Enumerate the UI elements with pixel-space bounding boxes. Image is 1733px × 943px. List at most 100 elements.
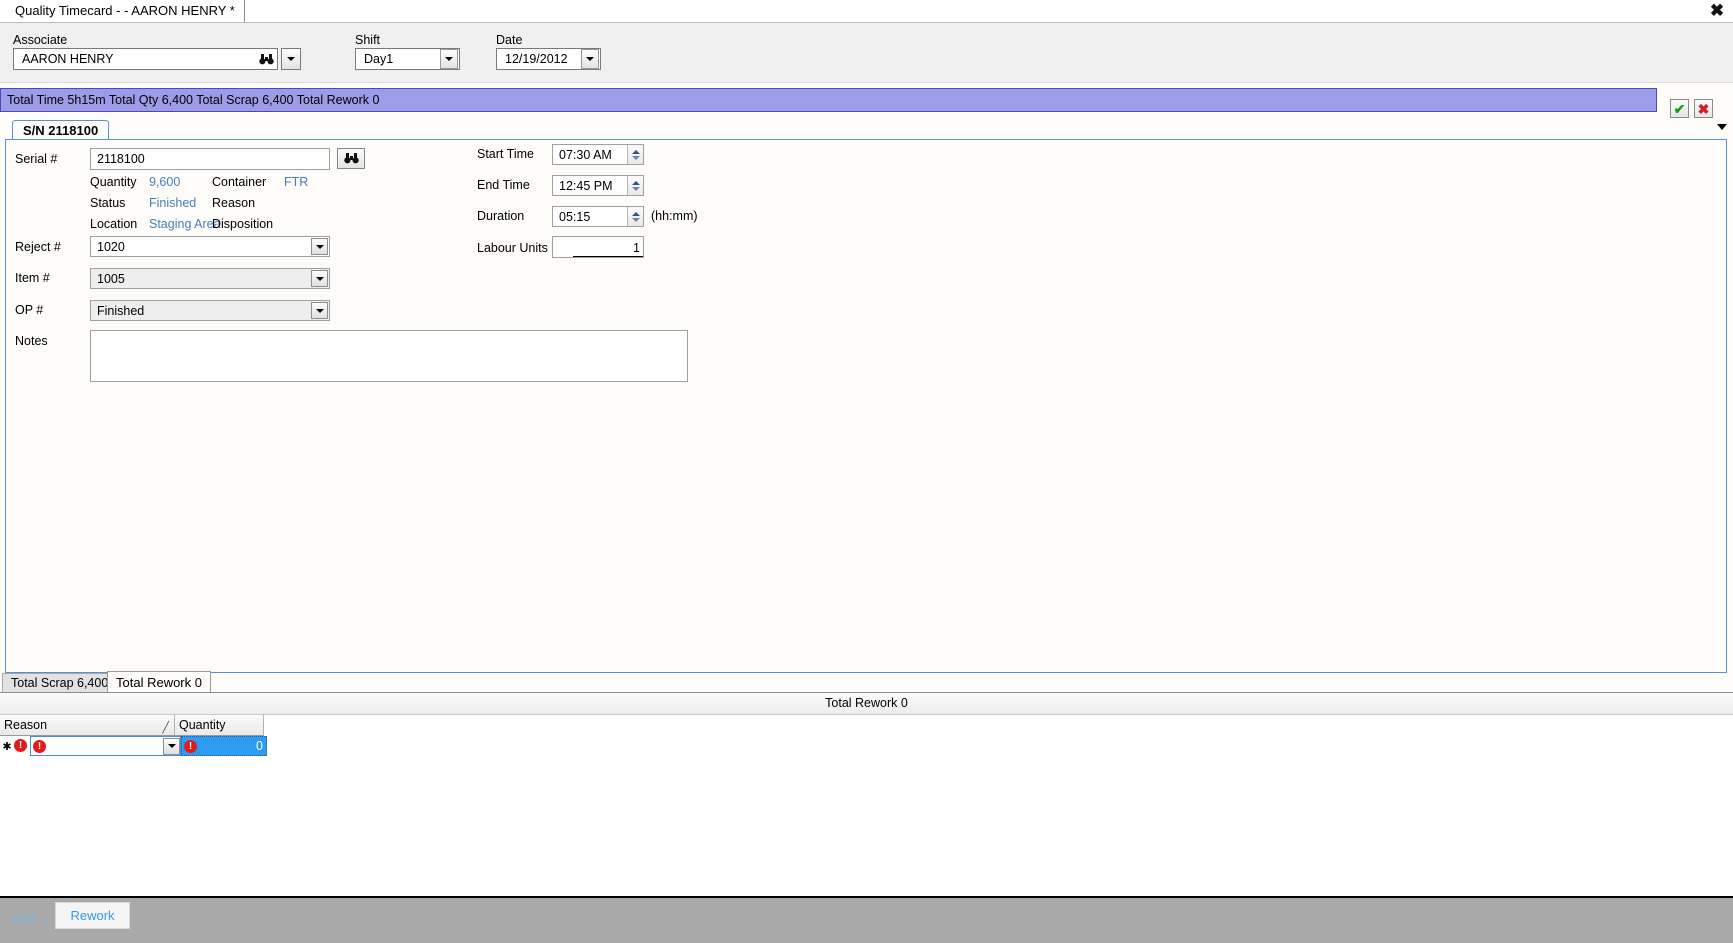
date-select[interactable]: 12/19/2012 [496,48,601,70]
location-label: Location [90,217,138,231]
date-dropdown-button[interactable] [581,49,599,69]
chevron-down-icon [287,57,295,61]
notes-value [91,331,687,339]
cell-quantity-value: 0 [256,739,263,753]
shift-select[interactable]: Day1 [355,48,460,70]
location-value: Staging Area [149,217,221,231]
window-titlebar: Quality Timecard - - AARON HENRY * ✖ [0,0,1733,23]
reason-label: Reason [212,196,256,210]
duration-input[interactable]: 05:15 [552,206,644,227]
notes-input[interactable] [90,330,688,382]
row-error-icon: ! [14,739,27,752]
stepper-up-icon [631,180,640,185]
tab-serial-2118100[interactable]: S/N 2118100 [12,120,110,140]
shift-dropdown-button[interactable] [440,49,458,69]
op-dropdown-button[interactable] [311,302,328,319]
op-label: OP # [15,303,44,317]
status-value: Finished [149,196,197,210]
reason-error-icon: ! [33,739,46,753]
chevron-down-icon [167,744,176,748]
column-header-quantity-label: Quantity [179,718,226,732]
chevron-down-icon [445,57,453,61]
check-icon: ✔ [1673,100,1686,117]
tab-serial-label: S/N 2118100 [23,123,99,138]
summary-bar: Total Time 5h15m Total Qty 6,400 Total S… [0,88,1657,112]
duration-stepper[interactable] [627,207,643,226]
associate-dropdown-button[interactable] [281,48,301,70]
end-time-input[interactable]: 12:45 PM [552,175,644,196]
column-header-quantity[interactable]: Quantity [175,715,264,736]
item-label: Item # [15,271,50,285]
serial-search-button[interactable] [337,148,365,169]
stepper-down-icon [631,217,640,222]
status-label: Status [90,196,126,210]
rework-button[interactable]: Rework [55,902,130,929]
binoculars-glyph [258,53,274,64]
rework-grid: Total Rework 0 Reason ╱ Quantity ✱ ! ! ! [0,692,1733,896]
serial-detail-panel: Serial # 2118100 Quantity 9,600 Containe… [5,139,1727,673]
chevron-down-icon [315,244,324,249]
summary-text: Total Time 5h15m Total Qty 6,400 Total S… [7,93,380,107]
stepper-up-icon [631,149,640,154]
binoculars-icon [343,153,359,164]
duration-label: Duration [477,209,525,223]
stepper-up-icon [631,211,640,216]
reject-label: Reject # [15,240,61,254]
rework-grid-title: Total Rework 0 [0,693,1733,715]
stepper-down-icon [631,155,640,160]
window-tab-label: Quality Timecard - - AARON HENRY * [15,3,235,18]
duration-format-hint: (hh:mm) [651,209,698,223]
container-value: FTR [284,175,309,189]
reject-select[interactable]: 1020 [90,236,330,257]
op-select[interactable]: Finished [90,300,330,321]
tab-total-scrap[interactable]: Total Scrap 6,400 [2,673,118,693]
end-time-stepper[interactable] [627,176,643,195]
item-dropdown-button[interactable] [311,270,328,287]
shift-value: Day1 [364,52,394,66]
labour-units-value: 1 [573,240,643,257]
sort-indicator-icon: ╱ [162,722,169,734]
cell-reason[interactable]: ! [30,736,181,756]
start-time-value: 07:30 AM [559,147,612,162]
add-link[interactable]: Add ... [12,911,50,926]
start-time-stepper[interactable] [627,145,643,164]
row-new-marker: ✱ [0,736,14,756]
op-value: Finished [97,303,145,318]
header-filter-bar: Associate AARON HENRY Shift Day1 Date 12… [0,23,1733,83]
reject-button[interactable]: ✖ [1694,99,1713,118]
notes-label: Notes [15,334,48,348]
window-tab-quality-timecard[interactable]: Quality Timecard - - AARON HENRY * [6,0,245,22]
totals-tabstrip: Total Scrap 6,400 Total Rework 0 [0,671,1733,693]
table-row[interactable]: ✱ ! ! ! 0 [0,736,267,756]
rework-button-label: Rework [70,908,115,923]
item-select[interactable]: 1005 [90,268,330,289]
reject-dropdown-button[interactable] [311,238,328,255]
column-header-reason[interactable]: Reason ╱ [0,715,175,736]
start-time-label: Start Time [477,147,534,161]
chevron-down-icon [586,57,594,61]
disposition-label: Disposition [212,217,274,231]
duration-value: 05:15 [559,209,591,224]
quantity-error-icon: ! [184,739,197,753]
cell-quantity[interactable]: ! 0 [181,736,267,756]
quality-timecard-window: Quality Timecard - - AARON HENRY * ✖ Ass… [0,0,1733,943]
reason-dropdown-button[interactable] [163,737,180,755]
serial-tabstrip: S/N 2118100 [5,120,1727,140]
tab-total-rework-label: Total Rework 0 [116,675,202,690]
tab-total-rework[interactable]: Total Rework 0 [107,671,211,693]
item-value: 1005 [97,271,125,286]
accept-button[interactable]: ✔ [1670,99,1689,118]
end-time-value: 12:45 PM [559,178,613,193]
close-icon: ✖ [1697,100,1710,117]
tab-total-scrap-label: Total Scrap 6,400 [11,676,109,690]
serial-input[interactable]: 2118100 [90,148,330,170]
close-icon[interactable]: ✖ [1707,1,1727,21]
labour-units-input[interactable]: 1 [552,236,644,258]
binoculars-icon[interactable] [255,49,277,69]
start-time-input[interactable]: 07:30 AM [552,144,644,165]
serial-value: 2118100 [97,152,145,166]
quantity-label: Quantity [90,175,137,189]
serial-label: Serial # [15,152,58,166]
chevron-down-icon [315,276,324,281]
associate-input[interactable]: AARON HENRY [13,48,278,70]
